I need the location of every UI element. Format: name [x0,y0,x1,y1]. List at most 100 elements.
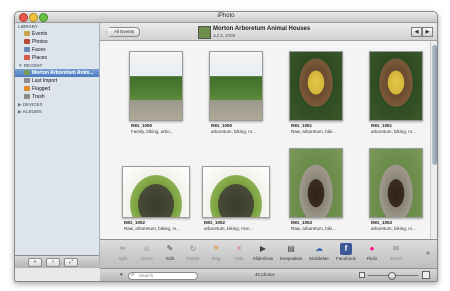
photo-image[interactable] [289,148,343,218]
photo-title[interactable]: IMG_1052 [124,220,145,225]
all-events-button[interactable]: All Events [106,27,141,37]
photo-image[interactable] [202,166,270,218]
trash-icon [24,94,30,99]
facebook-button[interactable]: f Facebook [335,242,357,267]
tool-label: Flickr [366,256,378,261]
albums-header[interactable]: ▶ ALBUMS [15,108,99,115]
flag-button[interactable]: ⚑ Flag [205,242,227,267]
status-bar: ▾ ⌕ Search 40 photos [100,268,437,281]
photo-title[interactable]: IMG_1053 [371,220,392,225]
email-button[interactable]: ✉ Email [385,242,407,267]
photo-image[interactable] [369,51,423,121]
search-field[interactable]: ⌕ Search [128,272,198,280]
sidebar-item-faces[interactable]: Faces [15,46,99,54]
window-title: iPhoto [217,13,235,19]
sidebar-item-label: Morton Arboretum Anim... [32,70,94,76]
devices-header[interactable]: ▶ DEVICES [15,101,99,108]
toolbar-overflow-button[interactable]: » [426,250,430,257]
vertical-scrollbar[interactable] [430,41,437,239]
sidebar-item-import[interactable]: Last Import [15,77,99,85]
photo-keywords[interactable]: Raw, arboretum, biki... [291,129,336,134]
next-event-button[interactable]: ▶ [422,27,433,37]
faces-icon [24,47,30,52]
mobileme-icon: ☁ [315,244,323,253]
tool-label: Email [390,256,402,261]
photos-icon [24,39,30,44]
sidebar-item-places[interactable]: Places [15,54,99,62]
flag-icon [24,86,30,91]
tool-label: Rotate [186,256,200,261]
slideshow-button[interactable]: ▶ Slideshow [252,242,274,267]
sidebar-item-label: Last Import [32,78,58,84]
photo-image[interactable] [369,148,423,218]
thumbnail-size-slider[interactable] [368,272,418,280]
places-icon [24,55,30,60]
photo-keywords[interactable]: Raw, arboretum, biking, m... [124,226,180,231]
photo-image[interactable] [122,166,190,218]
slider-knob[interactable] [387,272,396,280]
photo-title[interactable]: IMG_1051 [291,123,312,128]
events-icon [24,31,30,36]
photo-thumbnail[interactable]: IMG_1050 arboretum, biking, m... [198,51,272,146]
photo-keywords[interactable]: Family, biking, arbo... [131,129,173,134]
keepsakes-icon: ▤ [287,244,295,253]
hide-button[interactable]: ✕ Hide [228,242,250,267]
import-icon [24,78,30,83]
photo-thumbnail[interactable]: IMG_1051 arboretum, biking, m... [358,51,432,146]
albums-header-label: ALBUMS [22,109,42,114]
photo-title[interactable]: IMG_1050 [211,123,232,128]
photo-title[interactable]: IMG_1050 [131,123,152,128]
sidebar-item-events[interactable]: Events [15,30,99,38]
slideshow-icon: ▶ [259,244,267,253]
photo-thumbnail[interactable]: IMG_1051 Raw, arboretum, biki... [278,51,352,146]
photo-title[interactable]: IMG_1052 [204,220,225,225]
name-button[interactable]: ☺ Name [136,242,158,267]
photo-keywords[interactable]: arboretum, biking, m... [371,129,416,134]
photo-thumbnail[interactable]: IMG_1052 arboretum, biking, mor... [198,148,272,243]
split-button[interactable]: ✂ Split [112,242,134,267]
bottom-toolbar: » ✂ Split ☺ Name ✎ Edit ↻ Rotate ⚑ Flag ✕ Hide ▶ Slid… [100,239,437,269]
fullscreen-button[interactable]: ⤢ [64,258,78,267]
photo-keywords[interactable]: arboretum, biking, m... [211,129,256,134]
info-button[interactable]: i [46,258,60,267]
photo-thumbnail[interactable]: IMG_1053 Raw, arboretum, biki... [278,148,352,243]
photo-thumbnail[interactable]: IMG_1053 arboretum, biking, m... [358,148,432,243]
edit-button[interactable]: ✎ Edit [159,242,181,267]
sidebar-item-trash[interactable]: Trash [15,93,99,101]
photo-thumbnail[interactable]: IMG_1052 Raw, arboretum, biking, m... [118,148,192,243]
previous-event-button[interactable]: ◀ [411,27,422,37]
hide-icon: ✕ [235,244,243,253]
rotate-button[interactable]: ↻ Rotate [182,242,204,267]
email-icon: ✉ [392,244,400,253]
search-menu-icon[interactable]: ▾ [120,271,126,279]
mobileme-button[interactable]: ☁ MobileMe [308,242,330,267]
photo-image[interactable] [209,51,263,121]
photo-thumbnail[interactable]: IMG_1050 Family, biking, arbo... [118,51,192,146]
recent-header[interactable]: ▼ RECENT [15,62,99,69]
sidebar-item-photos[interactable]: Photos [15,38,99,46]
sidebar-item-label: Faces [32,47,46,53]
large-thumbnail-icon [422,271,430,279]
photo-keywords[interactable]: arboretum, biking, mor... [204,226,253,231]
photo-title[interactable]: IMG_1051 [371,123,392,128]
scrollbar-thumb[interactable] [432,45,437,165]
photo-count: 40 photos [255,272,275,277]
photo-title[interactable]: IMG_1053 [291,220,312,225]
photo-keywords[interactable]: Raw, arboretum, biki... [291,226,336,231]
photo-keywords[interactable]: arboretum, biking, m... [371,226,416,231]
keepsakes-button[interactable]: ▤ Keepsakes [280,242,302,267]
sidebar-item-flag[interactable]: Flagged [15,85,99,93]
sidebar-item-label: Flagged [32,86,51,92]
flickr-button[interactable]: ● Flickr [361,242,383,267]
split-icon: ✂ [119,244,127,253]
photo-image[interactable] [129,51,183,121]
small-thumbnail-icon [359,272,365,278]
sidebar-item-label: Trash [32,94,45,100]
event-date: Jul 3, 2009 [213,33,236,38]
event-key-photo [198,26,211,39]
sidebar-item-event[interactable]: Morton Arboretum Anim... [15,69,99,77]
add-button[interactable]: + [28,258,42,267]
iphoto-window: iPhoto LIBRARY Events Photos Faces Places ▼… [14,11,438,282]
tool-label: Split [118,256,128,261]
photo-image[interactable] [289,51,343,121]
